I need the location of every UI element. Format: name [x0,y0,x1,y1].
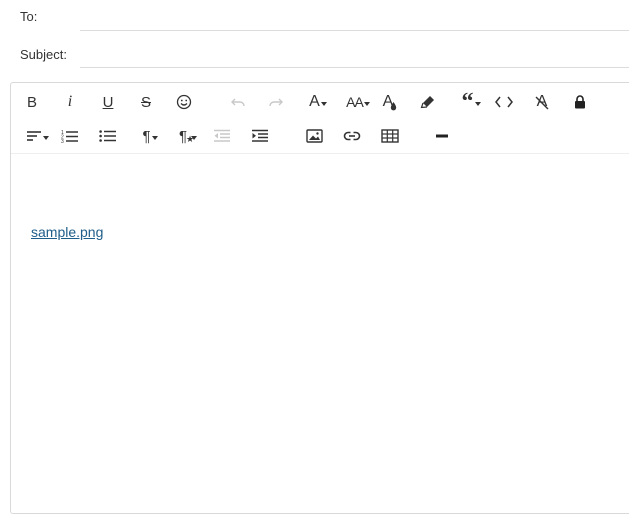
emoji-button[interactable] [169,89,199,115]
horizontal-rule-button[interactable] [427,123,457,149]
align-button[interactable] [21,123,53,149]
highlighter-icon [420,96,434,109]
ordered-list-icon: 1 2 3 [61,130,78,143]
italic-icon: i [67,93,73,110]
redo-button[interactable] [261,89,291,115]
font-family-icon: A [309,93,320,110]
link-icon [343,131,361,141]
chevron-down-icon [363,102,370,106]
font-family-button[interactable]: A [303,89,333,115]
to-row: To: [0,0,629,36]
image-icon [305,129,323,143]
indent-button[interactable] [245,123,275,149]
outdent-button[interactable] [207,123,237,149]
chevron-down-icon [151,136,158,140]
code-button[interactable] [489,89,519,115]
font-size-button[interactable]: AA [341,89,375,115]
unordered-list-button[interactable] [93,123,123,149]
insert-link-button[interactable] [337,123,367,149]
attachment-link[interactable]: sample.png [31,224,103,240]
to-input[interactable] [80,0,629,31]
smiley-icon [176,94,192,110]
rich-text-editor: B i U S A AA A “ A 1 2 3 ¶ ¶ ★ sample.pn… [10,82,629,514]
paragraph-format-button[interactable]: ¶ [135,123,165,149]
lock-button[interactable] [565,89,595,115]
insert-table-button[interactable] [375,123,405,149]
align-left-icon [26,131,41,141]
table-icon [381,129,399,143]
bold-button[interactable]: B [17,89,47,115]
underline-icon: U [102,93,114,111]
strikethrough-button[interactable]: S [131,89,161,115]
ordered-list-button[interactable]: 1 2 3 [55,123,85,149]
star-icon: ★ [185,133,195,144]
unordered-list-icon [99,130,116,142]
drop-icon [391,102,397,111]
horizontal-rule-icon [436,134,448,138]
paragraph-style-button[interactable]: ¶ ★ [171,123,205,149]
code-icon [495,96,513,108]
editor-content[interactable]: sample.png [11,154,629,513]
text-color-button[interactable]: A [375,89,405,115]
undo-icon [231,98,245,107]
paragraph-icon: ¶ [142,127,151,145]
clear-format-button[interactable]: A [527,89,557,115]
quote-icon: “ [461,89,474,115]
outdent-icon [214,129,230,142]
lock-icon [575,95,585,109]
strikethrough-icon: S [140,93,151,111]
subject-input[interactable] [80,38,629,68]
indent-icon [252,129,268,142]
insert-image-button[interactable] [299,123,329,149]
bold-icon: B [26,93,37,111]
editor-toolbar: B i U S A AA A “ A 1 2 3 ¶ ¶ ★ [11,83,629,154]
undo-button[interactable] [223,89,253,115]
underline-button[interactable]: U [93,89,123,115]
font-size-icon: AA [346,94,364,110]
chevron-down-icon [320,102,327,106]
italic-button[interactable]: i [55,89,85,115]
redo-icon [269,98,283,107]
paragraph-style-icon: ¶ ★ [178,127,195,145]
blockquote-button[interactable]: “ [453,89,489,115]
to-label: To: [20,9,38,24]
subject-row: Subject: [0,38,629,74]
svg-text:3: 3 [61,139,64,143]
clear-format-icon: A [535,93,549,110]
chevron-down-icon [474,102,481,106]
subject-label: Subject: [20,47,67,62]
chevron-down-icon [42,136,49,140]
highlight-button[interactable] [413,89,443,115]
